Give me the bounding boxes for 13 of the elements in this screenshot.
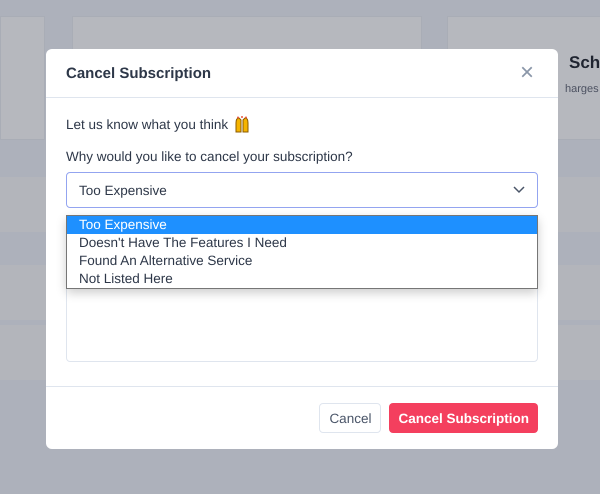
confirm-button[interactable]: Cancel Subscription <box>389 403 538 433</box>
reason-select[interactable]: Too Expensive <box>66 172 538 208</box>
dropdown-option[interactable]: Found An Alternative Service <box>67 252 537 270</box>
dropdown-option[interactable]: Not Listed Here <box>67 270 537 288</box>
question-label: Why would you like to cancel your subscription? <box>66 149 354 164</box>
card-text: harges <box>565 83 599 95</box>
dialog-title: Cancel Subscription <box>66 64 212 82</box>
chevron-down-icon <box>513 186 525 194</box>
prompt-text: Let us know what you think <box>66 117 228 132</box>
card-title: Sch <box>569 53 600 73</box>
raised-hands-icon <box>234 116 250 133</box>
cancel-button[interactable]: Cancel <box>319 403 382 433</box>
dropdown-option[interactable]: Doesn't Have The Features I Need <box>67 234 537 252</box>
